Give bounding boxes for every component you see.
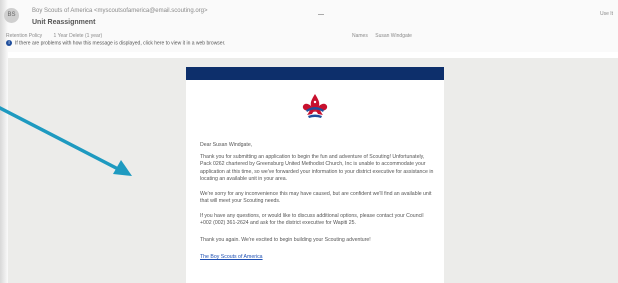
annotation-arrow	[0, 106, 132, 176]
